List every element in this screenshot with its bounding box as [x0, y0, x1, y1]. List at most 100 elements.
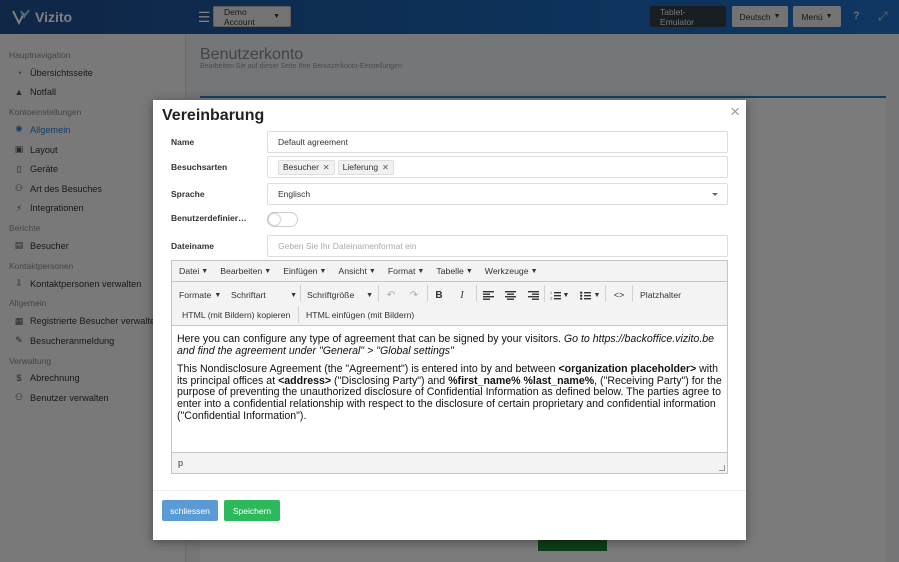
editor-menu-item[interactable]: Tabelle ▼ — [436, 266, 472, 276]
align-right-icon[interactable] — [526, 285, 540, 305]
name-label: Name — [171, 137, 195, 147]
editor-paragraph: Here you can configure any type of agree… — [177, 333, 722, 357]
address-placeholder: <address> — [278, 374, 332, 387]
custom-toggle[interactable] — [267, 212, 298, 227]
align-center-icon[interactable] — [503, 285, 517, 305]
caret-down-icon: ▼ — [368, 267, 376, 275]
name-placeholder: %first_name% %last_name% — [448, 374, 595, 387]
close-button[interactable]: schliessen — [162, 500, 218, 521]
visit-type-tag: Besucher ✕ — [278, 159, 335, 175]
toolbar-separator — [298, 306, 299, 323]
svg-text:2: 2 — [550, 296, 552, 300]
editor-statusbar: p — [172, 452, 727, 473]
editor-menu-label: Tabelle — [436, 266, 464, 276]
copy-html-label: HTML (mit Bildern) kopieren — [182, 310, 291, 320]
editor-menu-item[interactable]: Werkzeuge ▼ — [485, 266, 538, 276]
editor-menu-label: Format — [387, 266, 416, 276]
editor-text: This Nondisclosure Agreement (the "Agree… — [177, 363, 559, 376]
modal-title: Vereinbarung — [162, 107, 265, 124]
element-path[interactable]: p — [178, 458, 183, 468]
formats-dropdown[interactable]: Formate ▼ — [179, 285, 221, 305]
visit-types-label: Besuchsarten — [171, 162, 228, 172]
language-field-label: Sprache — [171, 189, 205, 199]
caret-down-icon: ▼ — [366, 291, 373, 299]
copy-html-button[interactable]: HTML (mit Bildern) kopieren — [182, 305, 290, 325]
editor-content[interactable]: Here you can configure any type of agree… — [172, 327, 727, 452]
editor-menu-item[interactable]: Format ▼ — [388, 266, 424, 276]
modal-divider — [153, 490, 746, 491]
align-left-icon[interactable] — [481, 285, 495, 305]
font-size-dropdown[interactable]: Schriftgröße ▼ — [307, 285, 373, 305]
formats-label: Formate — [179, 290, 212, 300]
toolbar-separator — [605, 285, 606, 302]
tag-label: Lieferung — [342, 162, 379, 172]
editor-menu-item[interactable]: Ansicht ▼ — [338, 266, 375, 276]
save-button-label: Speichern — [232, 505, 272, 516]
undo-icon[interactable]: ↶ — [384, 285, 398, 305]
svg-text:1: 1 — [550, 291, 552, 295]
caret-down-icon: ▼ — [201, 267, 209, 275]
editor-paragraph: This Nondisclosure Agreement (the "Agree… — [177, 363, 722, 422]
caret-down-icon[interactable]: ▼ — [593, 285, 601, 305]
code-icon[interactable]: <> — [612, 285, 626, 305]
filename-input[interactable]: Geben Sie Ihr Dateinamenformat ein — [267, 235, 728, 257]
close-button-label: schliessen — [170, 505, 210, 516]
caret-down-icon[interactable]: ▼ — [562, 285, 570, 305]
agreement-modal: Vereinbarung × Name Default agreement Be… — [153, 100, 746, 540]
toolbar-separator — [632, 285, 633, 302]
remove-tag-icon[interactable]: ✕ — [323, 163, 330, 172]
organization-placeholder: <organization placeholder> — [558, 363, 697, 376]
caret-down-icon: ▼ — [417, 267, 425, 275]
save-button[interactable]: Speichern — [224, 500, 280, 521]
editor-text: Here you can configure any type of agree… — [177, 333, 564, 345]
editor-text: ("Disclosing Party") and — [331, 374, 449, 387]
editor-menu-item[interactable]: Datei ▼ — [179, 266, 208, 276]
toolbar-separator — [300, 285, 301, 302]
resize-handle-icon[interactable] — [719, 465, 725, 471]
numbered-list-icon[interactable]: 12 — [548, 285, 562, 305]
italic-icon[interactable]: I — [455, 285, 469, 305]
toggle-knob — [269, 214, 280, 225]
editor-menu-item[interactable]: Einfügen ▼ — [283, 266, 326, 276]
name-input[interactable]: Default agreement — [267, 131, 728, 153]
editor-menu-label: Werkzeuge — [484, 266, 529, 276]
visit-type-tag: Lieferung ✕ — [337, 159, 394, 175]
toolbar-separator — [427, 285, 428, 302]
language-select-value: Englisch — [278, 189, 311, 199]
editor-menubar: Datei ▼ Bearbeiten ▼ Einfügen ▼ Ansicht ▼ Format… — [172, 261, 727, 282]
editor-toolbar: Formate ▼ Schriftart ▼ Schriftgröße ▼ ↶ ↷ B… — [172, 282, 727, 326]
font-dropdown[interactable]: Schriftart ▼ — [231, 285, 297, 305]
filename-label: Dateiname — [171, 241, 214, 251]
editor-menu-label: Einfügen — [283, 266, 318, 276]
toolbar-separator — [378, 285, 379, 302]
rich-text-editor: Datei ▼ Bearbeiten ▼ Einfügen ▼ Ansicht ▼ Format… — [171, 260, 728, 474]
caret-down-icon: ▼ — [214, 291, 222, 299]
placeholder-button[interactable]: Platzhalter — [640, 285, 681, 305]
caret-down-icon: ▼ — [465, 267, 473, 275]
editor-menu-label: Ansicht — [338, 266, 367, 276]
caret-down-icon: ▼ — [319, 267, 327, 275]
close-icon[interactable]: × — [730, 103, 740, 121]
custom-label: Benutzerdefinier… — [171, 213, 247, 223]
remove-tag-icon[interactable]: ✕ — [382, 163, 389, 172]
caret-down-icon: ▼ — [264, 267, 272, 275]
name-value: Default agreement — [278, 137, 348, 147]
bullet-list-icon[interactable] — [578, 285, 592, 305]
editor-menu-label: Datei — [179, 266, 200, 276]
font-label: Schriftart — [231, 290, 266, 300]
paste-html-label: HTML einfügen (mit Bildern) — [306, 310, 415, 320]
editor-menu-label: Bearbeiten — [220, 266, 263, 276]
caret-down-icon: ▼ — [530, 267, 538, 275]
language-select[interactable]: Englisch — [267, 183, 728, 205]
paste-html-button[interactable]: HTML einfügen (mit Bildern) — [306, 305, 414, 325]
caret-down-icon: ▼ — [290, 291, 297, 299]
font-size-label: Schriftgröße — [307, 290, 355, 300]
placeholder-label: Platzhalter — [640, 290, 682, 300]
select-caret-icon — [712, 193, 718, 196]
redo-icon[interactable]: ↷ — [407, 285, 421, 305]
bold-icon[interactable]: B — [432, 285, 446, 305]
visit-types-multiselect[interactable]: Besucher ✕ Lieferung ✕ — [267, 156, 728, 178]
tag-label: Besucher — [283, 162, 319, 172]
editor-menu-item[interactable]: Bearbeiten ▼ — [220, 266, 271, 276]
toolbar-separator — [476, 285, 477, 302]
